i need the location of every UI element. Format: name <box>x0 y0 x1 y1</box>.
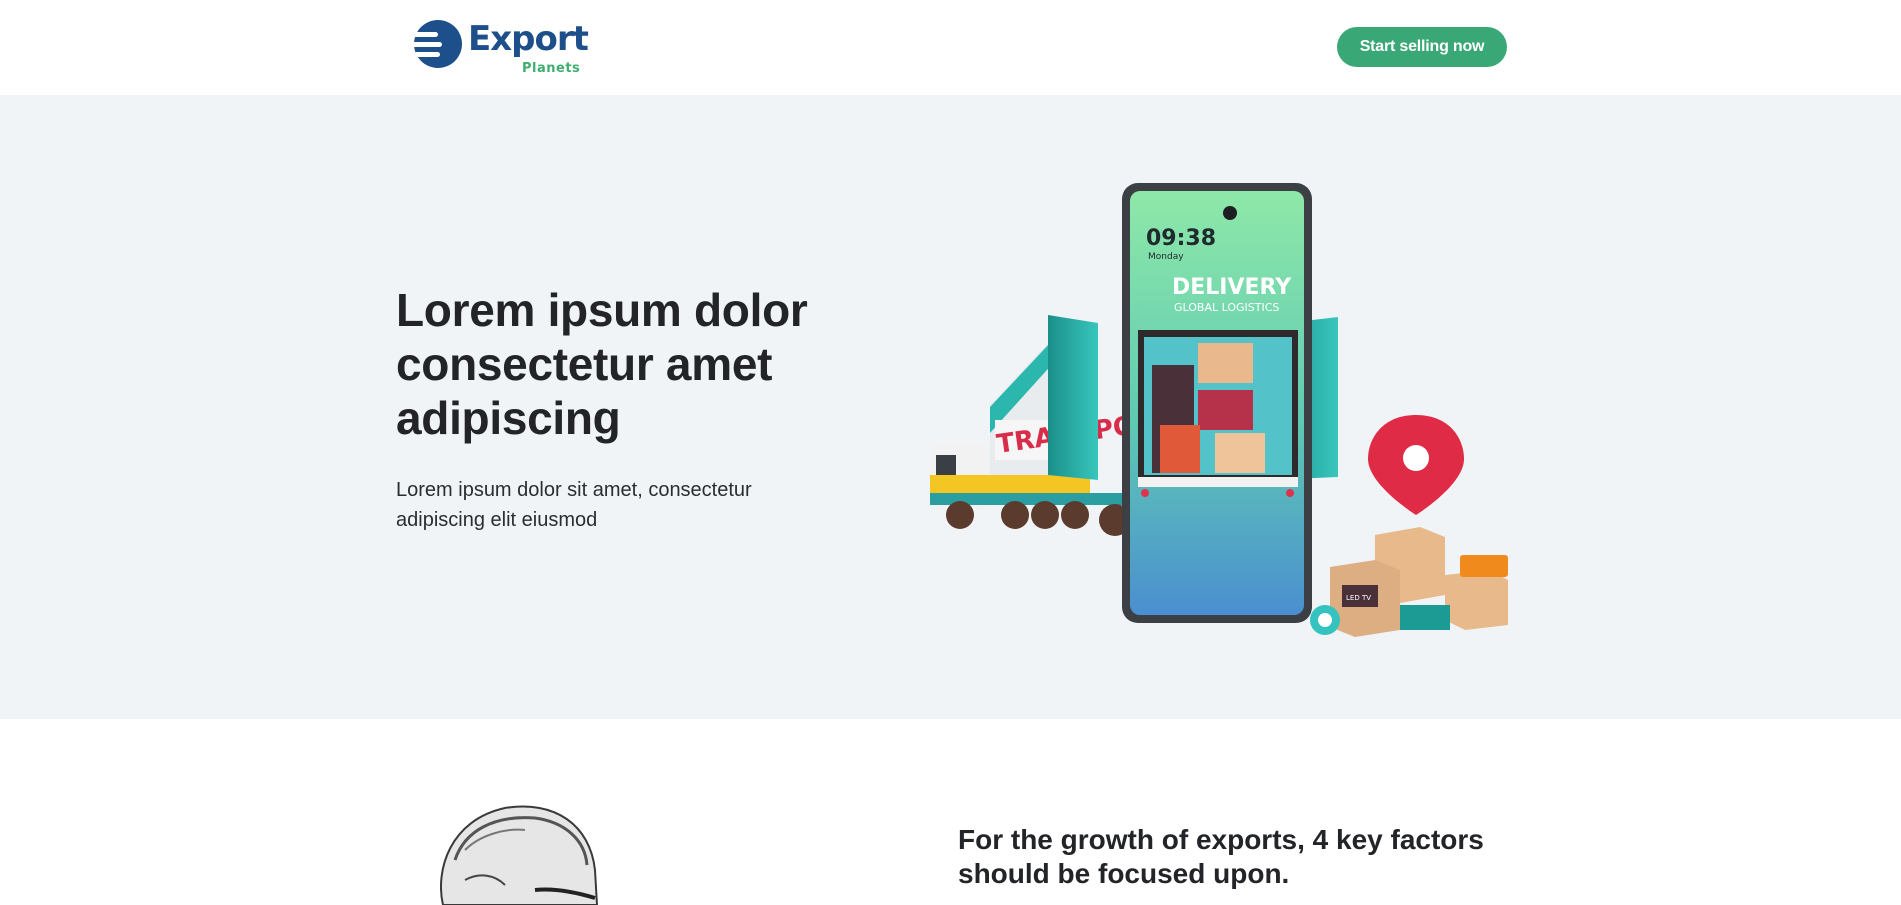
site-header: Export Planets Start selling now <box>0 0 1901 95</box>
start-selling-button[interactable]: Start selling now <box>1337 27 1507 67</box>
phone-sub: GLOBAL LOGISTICS <box>1174 301 1279 314</box>
box-label: LED TV <box>1346 594 1371 602</box>
logo-subword: Planets <box>522 61 581 76</box>
phone-heading: DELIVERY <box>1172 275 1292 300</box>
hero-subtitle: Lorem ipsum dolor sit amet, consectetur … <box>396 479 752 531</box>
portrait-image <box>440 805 599 905</box>
location-pin-icon <box>1368 415 1464 515</box>
factors-title: For the growth of exports, 4 key factors… <box>958 824 1484 889</box>
truck-door-left <box>1048 315 1098 480</box>
hero-title: Lorem ipsum dolor consectetur amet adipi… <box>396 284 808 444</box>
logo-word: Export <box>468 19 589 59</box>
phone-graphic: 09:38 Monday DELIVERY GLOBAL LOGISTICS <box>1122 183 1312 623</box>
delivery-illustration: TRANSPO 09:38 Monday DELIVERY GLOBAL LOG… <box>930 183 1508 637</box>
logo[interactable]: Export Planets <box>410 18 589 78</box>
logo-mark-icon <box>410 20 462 68</box>
parcel-boxes: LED TV <box>1310 527 1508 637</box>
phone-day: Monday <box>1148 252 1184 262</box>
phone-time: 09:38 <box>1146 226 1216 251</box>
